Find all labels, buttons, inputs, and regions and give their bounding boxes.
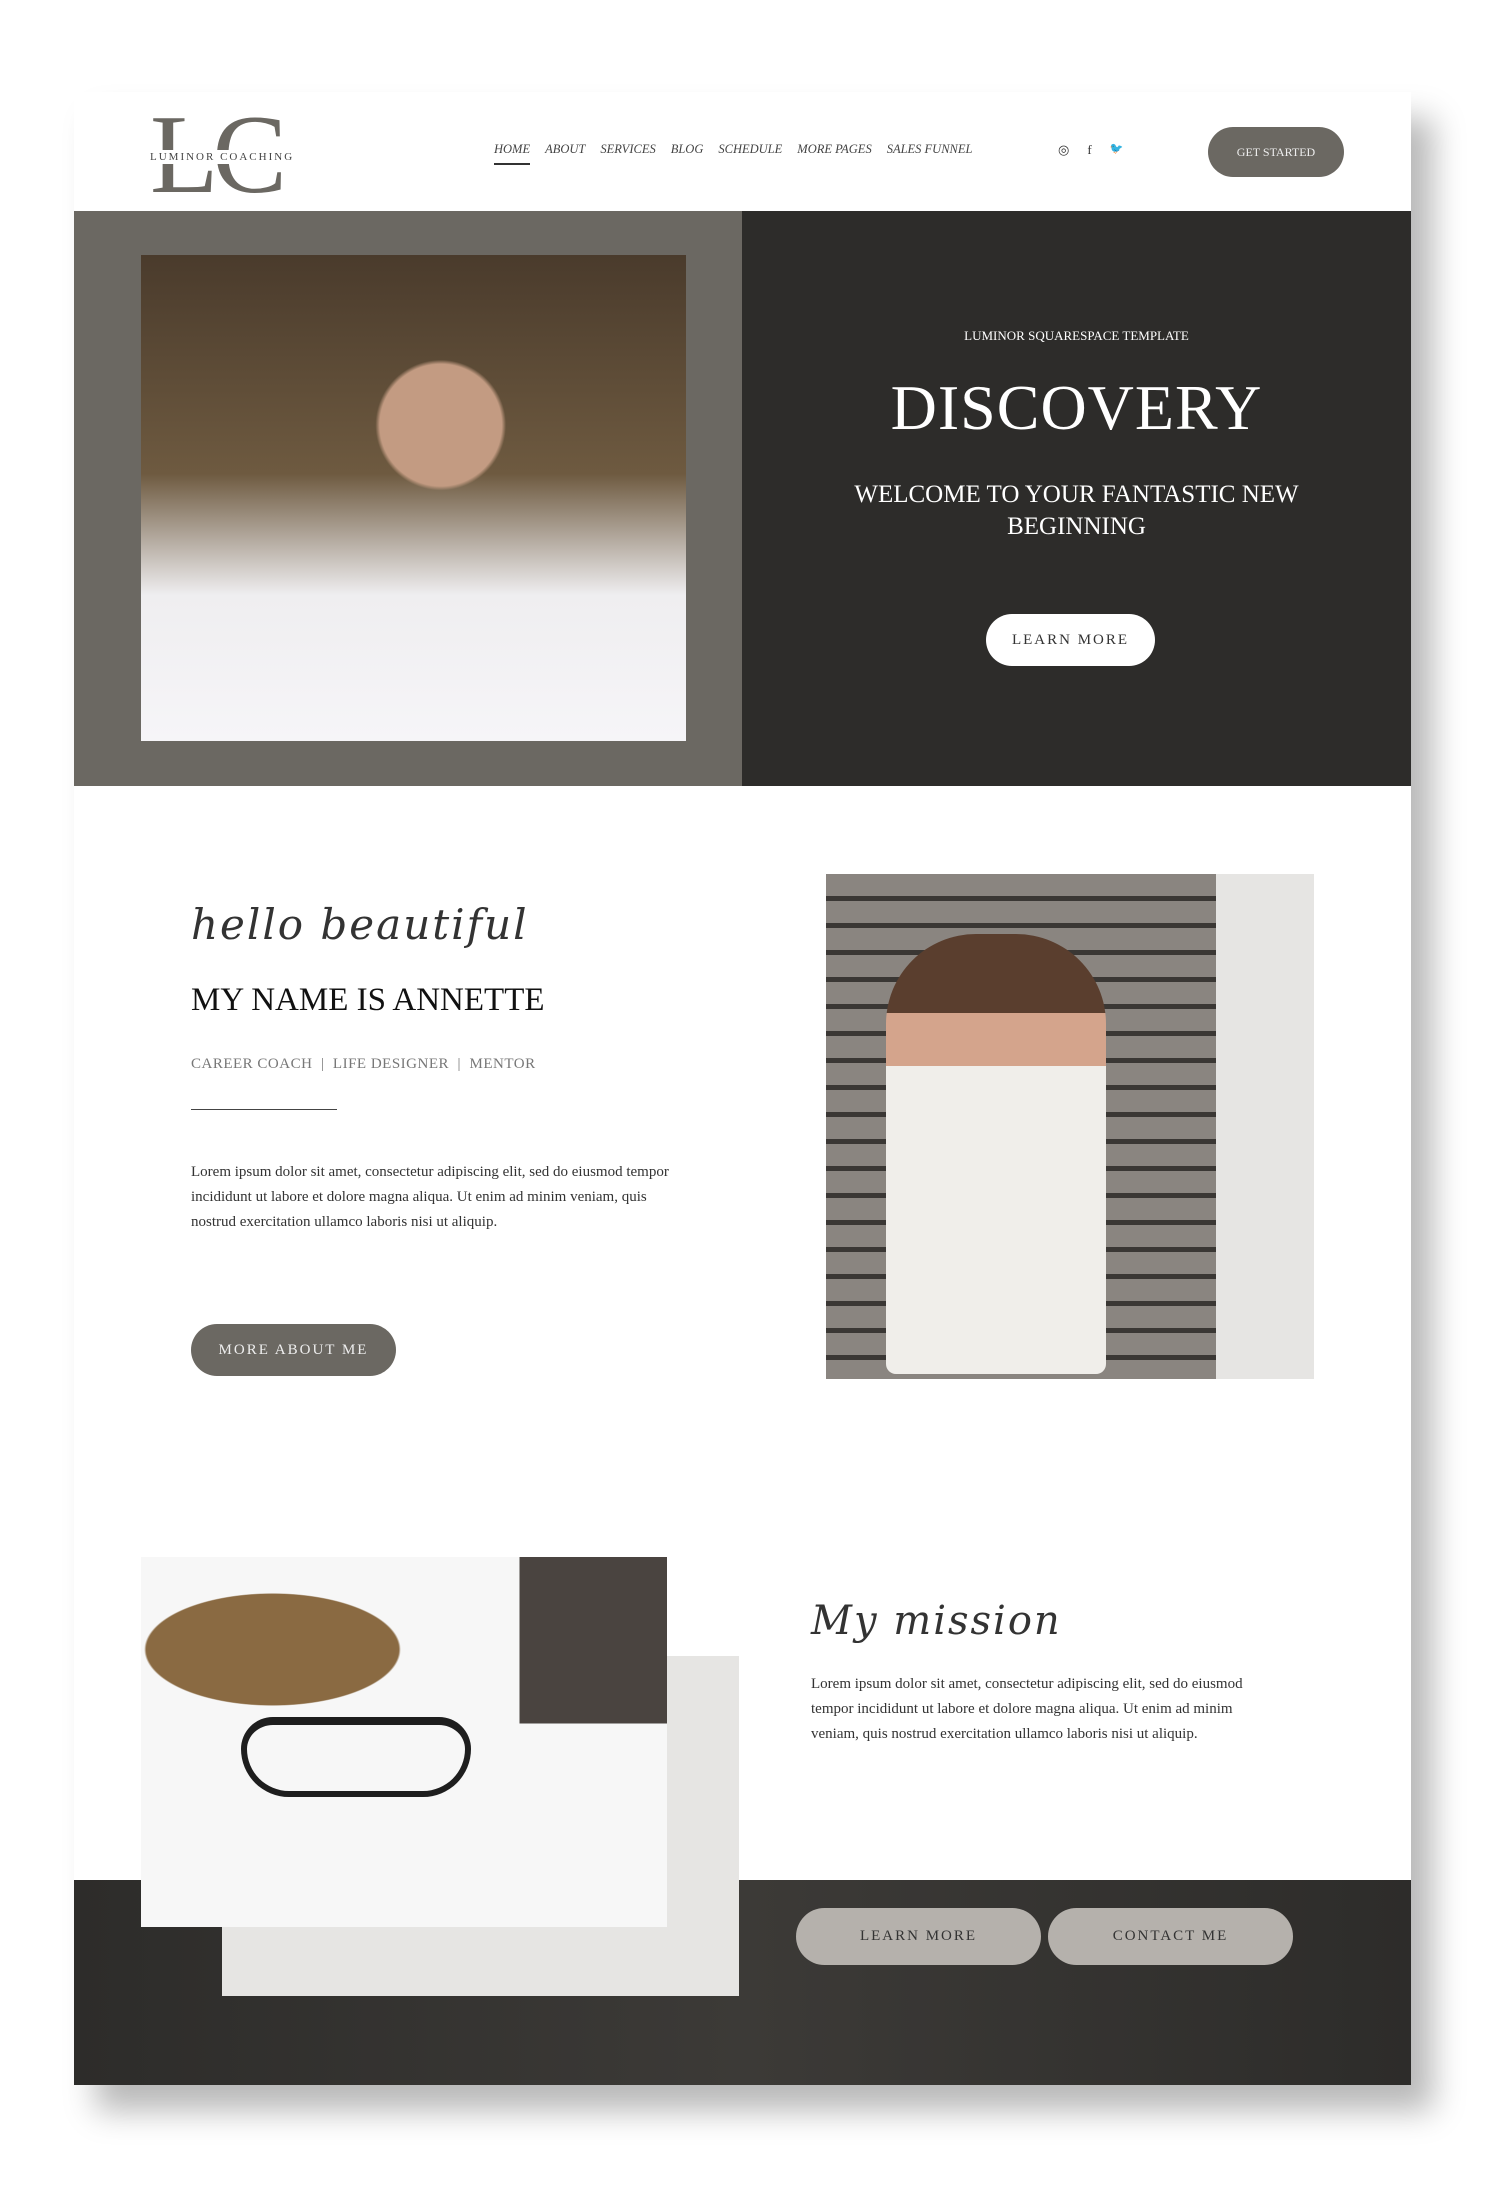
nav-more-pages[interactable]: MORE PAGES (797, 142, 871, 165)
hero-eyebrow: LUMINOR SQUARESPACE TEMPLATE (964, 328, 1189, 343)
social-links: ◎ f 🐦 (1058, 142, 1123, 158)
hero-right-panel: LUMINOR SQUARESPACE TEMPLATE DISCOVERY W… (742, 211, 1411, 786)
about-photo (826, 874, 1216, 1379)
about-roles: CAREER COACH | LIFE DESIGNER | MENTOR (191, 1056, 536, 1072)
hero-subtitle: WELCOME TO YOUR FANTASTIC NEW BEGINNING (854, 481, 1299, 540)
learn-more-button[interactable]: LEARN MORE (796, 1908, 1041, 1965)
about-script-heading: hello beautiful (191, 900, 529, 949)
page-card: LC LUMINOR COACHING HOME ABOUT SERVICES … (74, 92, 1411, 2085)
mission-script-heading: My mission (811, 1598, 1062, 1644)
about-heading: MY NAME IS ANNETTE (191, 982, 545, 1018)
more-about-me-button[interactable]: MORE ABOUT ME (191, 1324, 396, 1376)
nav-about[interactable]: ABOUT (545, 142, 585, 165)
mission-body: Lorem ipsum dolor sit amet, consectetur … (811, 1676, 1243, 1742)
instagram-icon[interactable]: ◎ (1058, 142, 1069, 158)
nav-home[interactable]: HOME (494, 142, 531, 165)
logo[interactable]: LC LUMINOR COACHING (150, 99, 300, 211)
divider (191, 1109, 337, 1110)
get-started-button[interactable]: GET STARTED (1208, 127, 1344, 177)
mission-photo (141, 1557, 667, 1927)
hero-photo (141, 255, 686, 741)
contact-me-button[interactable]: CONTACT ME (1048, 1908, 1293, 1965)
main-nav: HOME ABOUT SERVICES BLOG SCHEDULE MORE P… (494, 142, 972, 165)
nav-blog[interactable]: BLOG (671, 142, 704, 165)
hero-title: DISCOVERY (890, 372, 1263, 443)
facebook-icon[interactable]: f (1087, 142, 1091, 158)
nav-services[interactable]: SERVICES (600, 142, 655, 165)
about-body: Lorem ipsum dolor sit amet, consectetur … (191, 1164, 669, 1230)
hero-learn-more-button[interactable]: LEARN MORE (986, 614, 1155, 666)
logo-text: LUMINOR COACHING (150, 150, 295, 164)
nav-sales-funnel[interactable]: SALES FUNNEL (887, 142, 973, 165)
nav-schedule[interactable]: SCHEDULE (718, 142, 782, 165)
twitter-icon[interactable]: 🐦 (1110, 142, 1124, 158)
